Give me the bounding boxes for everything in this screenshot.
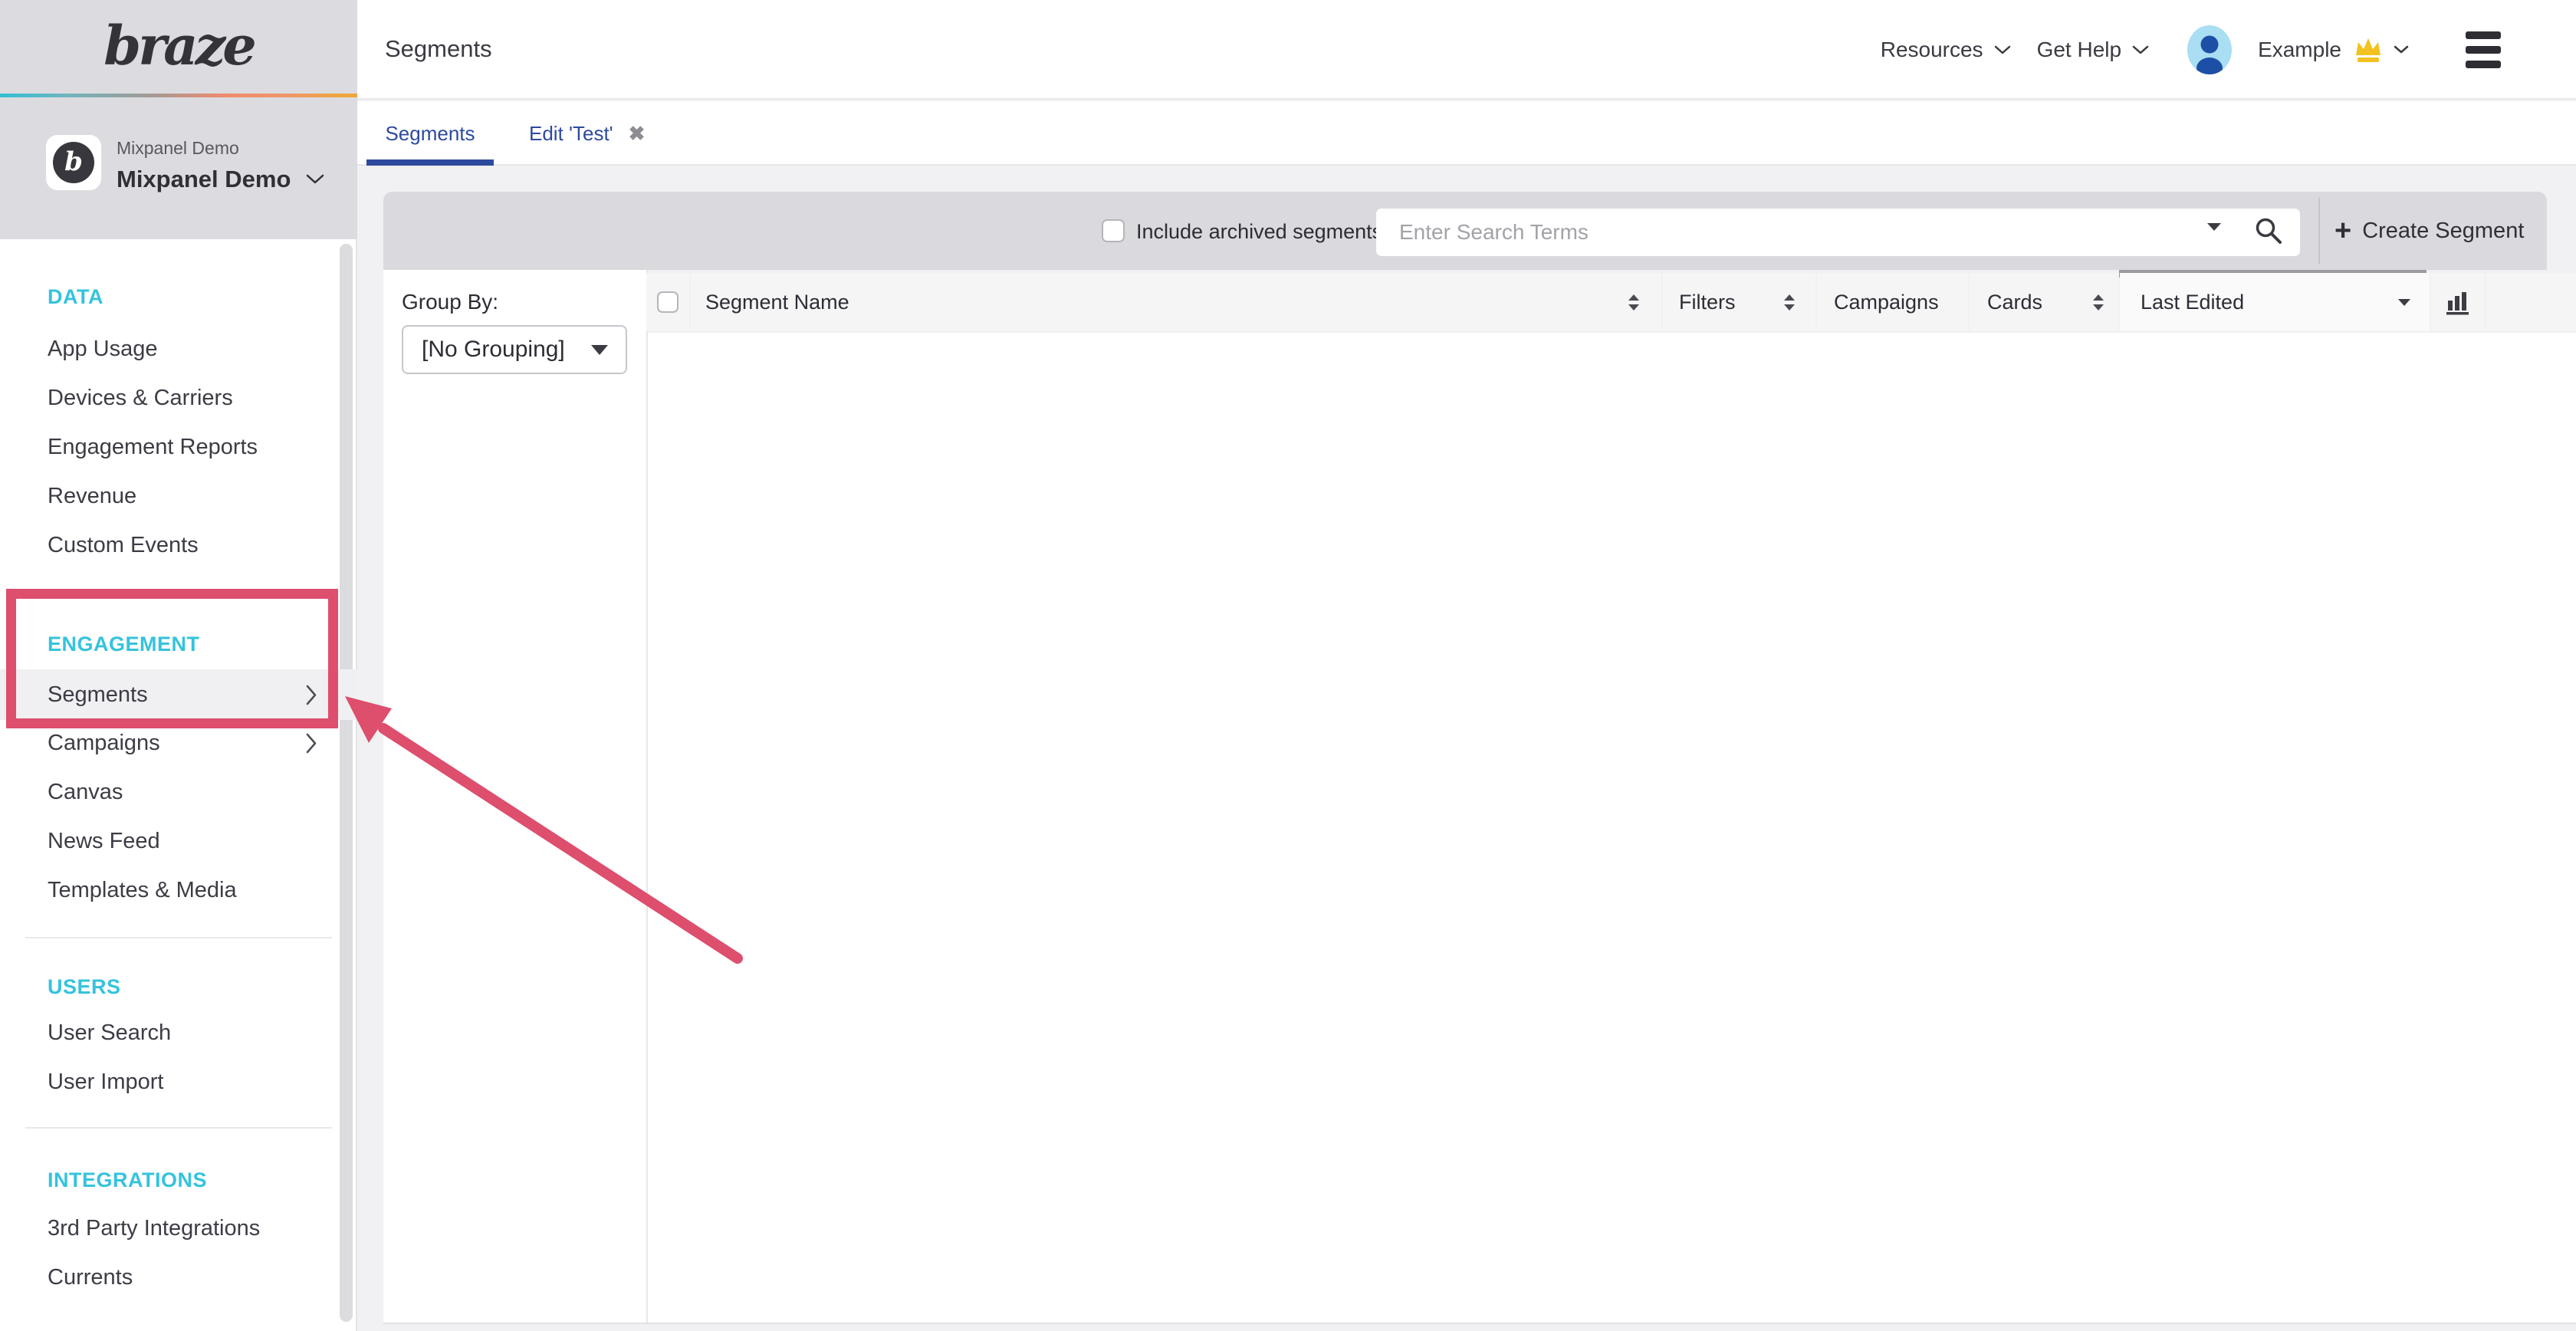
user-menu[interactable]: Example: [2258, 36, 2409, 64]
sidebar-item-custom-events[interactable]: Custom Events: [0, 521, 357, 569]
hamburger-menu-icon[interactable]: [2466, 31, 2501, 68]
group-by-panel: Group By: [No Grouping]: [383, 270, 646, 1323]
sort-desc-icon[interactable]: [2397, 298, 2411, 307]
segments-table-body: [648, 333, 2576, 1323]
include-archived-label: Include archived segments: [1136, 220, 1382, 244]
get-help-label: Get Help: [2037, 38, 2122, 62]
resources-menu[interactable]: Resources: [1881, 38, 2011, 62]
sidebar-item-engagement-reports[interactable]: Engagement Reports: [0, 423, 357, 471]
resources-label: Resources: [1881, 38, 1983, 62]
sidebar-item-segments[interactable]: Segments: [0, 669, 357, 720]
last-edited-header: Last Edited: [2141, 291, 2244, 314]
sidebar-item-canvas[interactable]: Canvas: [0, 768, 357, 816]
group-by-label: Group By:: [402, 290, 498, 314]
user-avatar[interactable]: [2187, 25, 2232, 74]
chevron-down-icon: [1994, 45, 2011, 55]
chevron-right-icon: [306, 733, 317, 754]
select-all-checkbox[interactable]: [657, 291, 678, 313]
sort-icon[interactable]: [2092, 294, 2104, 311]
column-analytics[interactable]: [2431, 273, 2485, 331]
sidebar: braze b Mixpanel Demo Mixpanel Demo DATA…: [0, 0, 357, 1331]
plus-icon: +: [2334, 216, 2351, 245]
sidebar-divider: [25, 937, 332, 938]
section-heading-integrations: INTEGRATIONS: [48, 1168, 207, 1192]
create-segment-button[interactable]: + Create Segment: [2334, 192, 2524, 270]
top-nav: Resources Get Help Example: [1881, 0, 2501, 100]
sort-icon[interactable]: [1783, 294, 1796, 311]
sidebar-item-revenue[interactable]: Revenue: [0, 472, 357, 520]
select-all-cell: [646, 273, 689, 331]
column-filters[interactable]: Filters: [1663, 273, 1815, 331]
column-cards[interactable]: Cards: [1970, 273, 2118, 331]
search-dropdown-caret-icon[interactable]: [2206, 222, 2222, 232]
group-by-value: [No Grouping]: [422, 337, 565, 363]
campaigns-header: Campaigns: [1834, 291, 1939, 314]
tab-edit-test-label: Edit 'Test': [529, 122, 613, 146]
tab-bar: Segments Edit 'Test' ✖: [357, 101, 2576, 166]
search-icon[interactable]: [2254, 216, 2283, 245]
user-name: Example: [2258, 38, 2341, 62]
cards-header: Cards: [1987, 291, 2042, 314]
search-input[interactable]: [1376, 209, 2300, 256]
workspace-group-label: Mixpanel Demo: [117, 138, 239, 159]
bar-chart-icon: [2444, 288, 2472, 316]
workspace-name: Mixpanel Demo: [117, 166, 291, 193]
crown-icon: [2352, 36, 2384, 64]
column-campaigns[interactable]: Campaigns: [1817, 273, 1968, 331]
braze-app-icon: b: [53, 142, 94, 183]
include-archived-checkbox[interactable]: [1102, 219, 1125, 242]
chevron-down-icon: [2132, 45, 2149, 55]
column-filler: [2486, 273, 2576, 331]
sort-icon[interactable]: [1628, 294, 1640, 311]
group-by-dropdown[interactable]: [No Grouping]: [402, 325, 627, 374]
sidebar-divider: [25, 1127, 332, 1129]
workspace-selector[interactable]: Mixpanel Demo: [117, 166, 324, 193]
section-heading-engagement: ENGAGEMENT: [48, 633, 200, 656]
sidebar-item-campaigns[interactable]: Campaigns: [0, 719, 357, 767]
column-last-edited[interactable]: Last Edited: [2120, 273, 2430, 331]
tab-segments[interactable]: Segments: [366, 101, 494, 166]
toolbar-divider: [2318, 198, 2320, 264]
sidebar-header: braze b Mixpanel Demo Mixpanel Demo: [0, 0, 357, 239]
tab-edit-test[interactable]: Edit 'Test' ✖: [529, 101, 645, 166]
section-heading-data: DATA: [48, 285, 104, 309]
workspace-app-icon[interactable]: b: [46, 135, 101, 190]
sidebar-item-currents[interactable]: Currents: [0, 1254, 357, 1301]
braze-logo: braze: [0, 14, 357, 77]
create-segment-label: Create Segment: [2362, 219, 2524, 244]
segment-name-header: Segment Name: [705, 291, 849, 314]
dropdown-triangle-icon: [590, 344, 609, 356]
sidebar-item-templates-media[interactable]: Templates & Media: [0, 866, 357, 914]
sidebar-item-3rd-party-integrations[interactable]: 3rd Party Integrations: [0, 1204, 357, 1252]
chevron-right-icon: [306, 685, 317, 705]
column-segment-name[interactable]: Segment Name: [691, 273, 1661, 331]
section-heading-users: USERS: [48, 975, 121, 999]
page-title: Segments: [385, 35, 492, 63]
content-bottom-border: [383, 1323, 2576, 1324]
close-tab-icon[interactable]: ✖: [629, 122, 646, 146]
sidebar-item-news-feed[interactable]: News Feed: [0, 817, 357, 865]
active-tab-underline: [366, 159, 494, 166]
sidebar-item-app-usage[interactable]: App Usage: [0, 325, 357, 373]
segments-toolbar: Include archived segments + Create Segme…: [383, 192, 2547, 270]
get-help-menu[interactable]: Get Help: [2037, 38, 2150, 62]
filters-header: Filters: [1679, 291, 1736, 314]
top-bar: Segments Resources Get Help: [357, 0, 2576, 100]
chevron-down-icon: [2394, 45, 2409, 54]
brand-gradient-divider: [0, 94, 357, 97]
sidebar-item-user-import[interactable]: User Import: [0, 1058, 357, 1106]
sidebar-item-user-search[interactable]: User Search: [0, 1009, 357, 1057]
sidebar-item-devices-carriers[interactable]: Devices & Carriers: [0, 374, 357, 422]
chevron-down-icon: [306, 174, 324, 185]
